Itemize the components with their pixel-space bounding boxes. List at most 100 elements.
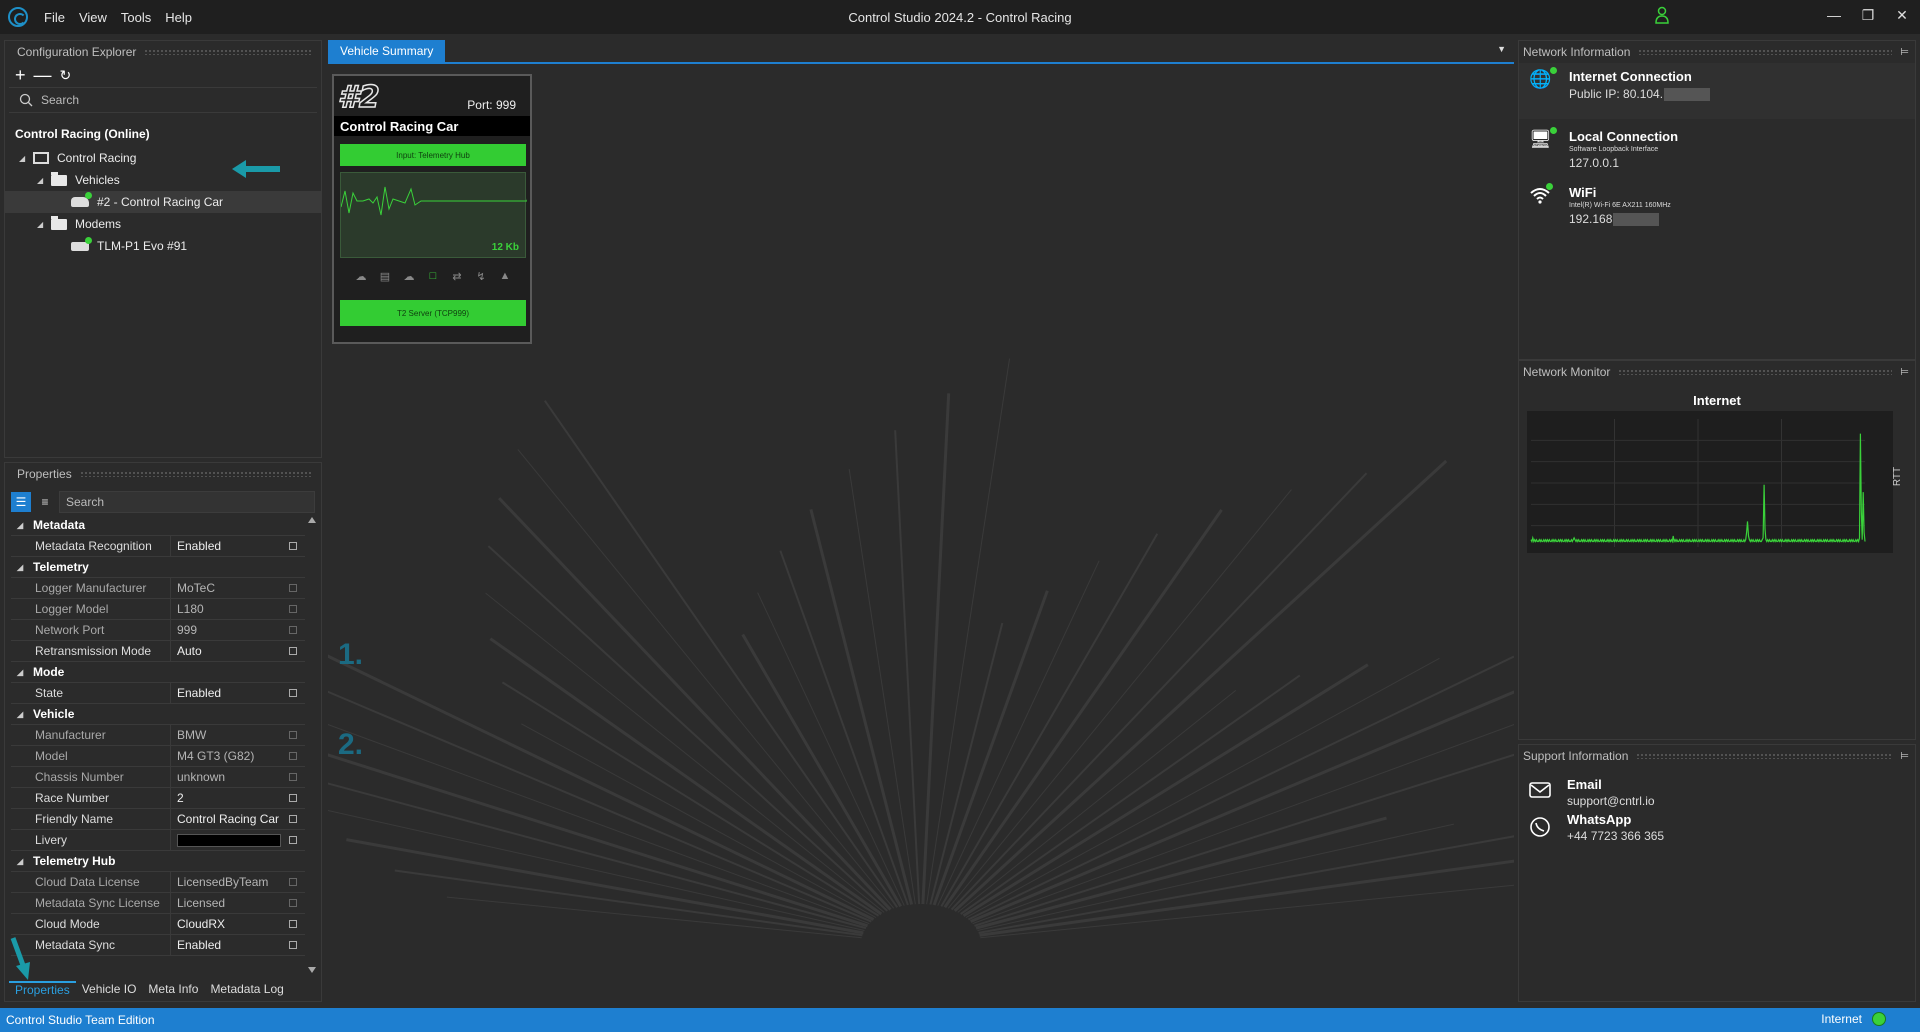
property-row[interactable]: Logger Model L180 (11, 599, 305, 620)
properties-toolbar: ☰ ≡ Search (11, 489, 315, 515)
category-mode[interactable]: ◢ Mode (11, 662, 305, 683)
list-view-icon[interactable]: ≡ (35, 492, 55, 512)
category-telemetry-hub[interactable]: ◢ Telemetry Hub (11, 851, 305, 872)
expand-icon[interactable]: ◢ (37, 176, 47, 185)
background-ray (489, 637, 883, 916)
category-telemetry[interactable]: ◢ Telemetry (11, 557, 305, 578)
property-value: BMW (171, 725, 305, 745)
tab-metadata-log[interactable]: Metadata Log (204, 982, 289, 996)
user-icon[interactable] (1654, 6, 1670, 24)
property-value[interactable]: Enabled (171, 683, 305, 703)
edit-box-icon[interactable] (289, 542, 297, 550)
cloud-download-icon: ☁ (355, 270, 367, 283)
edit-box-icon[interactable] (289, 647, 297, 655)
pin-icon[interactable]: ⊨ (1900, 367, 1909, 378)
background-ray (970, 690, 1514, 923)
property-row[interactable]: Cloud Data License LicensedByTeam (11, 872, 305, 893)
refresh-icon[interactable]: ↻ (60, 67, 72, 84)
property-value[interactable]: Enabled (171, 536, 305, 556)
tab-vehicle-io[interactable]: Vehicle IO (76, 982, 143, 996)
rtt-chart (1527, 411, 1893, 553)
property-row[interactable]: Race Number 2 (11, 788, 305, 809)
background-ray (967, 655, 1514, 921)
properties-scrollbar[interactable] (307, 515, 317, 975)
expand-icon[interactable]: ◢ (37, 220, 47, 229)
tree-modems-folder[interactable]: ◢ Modems (5, 213, 321, 235)
support-email-link[interactable]: support@cntrl.io (1567, 794, 1655, 808)
category-vehicle[interactable]: ◢ Vehicle (11, 704, 305, 725)
modem-icon (71, 236, 92, 251)
property-value[interactable]: Control Racing Car (171, 809, 305, 829)
property-row[interactable]: Network Port 999 (11, 620, 305, 641)
background-ray (965, 657, 1440, 918)
tree-vehicle-item[interactable]: #2 - Control Racing Car (5, 191, 321, 213)
edit-box-icon[interactable] (289, 836, 297, 844)
expand-icon[interactable]: ◢ (19, 154, 29, 163)
edit-box-icon (289, 878, 297, 886)
property-value[interactable]: 2 (171, 788, 305, 808)
category-metadata[interactable]: ◢ Metadata (11, 515, 305, 536)
tab-properties[interactable]: Properties (9, 981, 76, 997)
property-row[interactable]: Metadata Recognition Enabled (11, 536, 305, 557)
network-monitor-header-label: Network Monitor (1523, 365, 1611, 379)
explorer-header: Configuration Explorer (5, 41, 321, 63)
property-row[interactable]: Friendly Name Control Racing Car (11, 809, 305, 830)
tree-root[interactable]: Control Racing (Online) (5, 113, 321, 147)
monitor-icon: ▤ (379, 270, 391, 283)
property-row[interactable]: Livery (11, 830, 305, 851)
property-row[interactable]: Manufacturer BMW (11, 725, 305, 746)
property-value[interactable] (171, 830, 305, 850)
edit-box-icon[interactable] (289, 689, 297, 697)
property-row[interactable]: Chassis Number unknown (11, 767, 305, 788)
support-phone-link[interactable]: +44 7723 366 365 (1567, 829, 1664, 843)
property-row[interactable]: Model M4 GT3 (G82) (11, 746, 305, 767)
background-ray (328, 654, 875, 921)
menu-file[interactable]: File (44, 10, 65, 25)
edit-box-icon[interactable] (289, 794, 297, 802)
property-row[interactable]: Retransmission Mode Auto (11, 641, 305, 662)
explorer-search-input[interactable]: Search (9, 87, 317, 113)
edit-box-icon (289, 731, 297, 739)
categorized-view-icon[interactable]: ☰ (11, 492, 31, 512)
pin-icon[interactable]: ⊨ (1900, 751, 1909, 762)
property-row[interactable]: State Enabled (11, 683, 305, 704)
cloud-upload-icon: ☁ (403, 270, 415, 283)
livery-color-swatch[interactable] (177, 833, 281, 847)
edit-box-icon[interactable] (289, 815, 297, 823)
property-value[interactable]: Enabled (171, 935, 305, 955)
search-icon (19, 93, 33, 107)
add-icon[interactable]: + (15, 65, 26, 86)
property-row[interactable]: Metadata Sync License Licensed (11, 893, 305, 914)
tree-vehicles-label: Vehicles (75, 173, 120, 187)
wifi-sub: Intel(R) Wi-Fi 6E AX211 160MHz (1569, 202, 1671, 209)
document-area: Vehicle Summary ▼ #2 Port: 999 Control R… (328, 38, 1514, 1002)
tree-vehicle-label: #2 - Control Racing Car (97, 195, 224, 209)
sync-icon: ⇄ (452, 270, 462, 283)
vehicle-card[interactable]: #2 Port: 999 Control Racing Car Input: T… (332, 74, 532, 344)
background-ray (485, 592, 885, 913)
background-ray (848, 469, 916, 905)
property-value[interactable]: CloudRX (171, 914, 305, 934)
menu-help[interactable]: Help (165, 10, 192, 25)
edition-label: Control Studio Team Edition (6, 1013, 155, 1027)
property-row[interactable]: Cloud Mode CloudRX (11, 914, 305, 935)
edit-box-icon[interactable] (289, 920, 297, 928)
tab-vehicle-summary[interactable]: Vehicle Summary (328, 40, 446, 62)
remove-icon[interactable]: — (34, 65, 52, 86)
menu-tools[interactable]: Tools (121, 10, 151, 25)
properties-search-input[interactable]: Search (59, 491, 315, 513)
tree-modem-item[interactable]: TLM-P1 Evo #91 (5, 235, 321, 257)
property-row[interactable]: Metadata Sync Enabled (11, 935, 305, 956)
property-value: MoTeC (171, 578, 305, 598)
property-value[interactable]: Auto (171, 641, 305, 661)
pin-icon[interactable]: ⊨ (1900, 47, 1909, 58)
window-title: Control Studio 2024.2 - Control Racing (848, 10, 1072, 25)
edit-box-icon[interactable] (289, 941, 297, 949)
power-icon: ↯ (476, 270, 486, 283)
chevron-down-icon[interactable]: ▼ (1497, 44, 1506, 54)
close-button[interactable]: ✕ (1882, 0, 1920, 30)
tab-meta-info[interactable]: Meta Info (142, 982, 204, 996)
property-row[interactable]: Logger Manufacturer MoTeC (11, 578, 305, 599)
menu-view[interactable]: View (79, 10, 107, 25)
rtt-axis-label: RTT (1891, 466, 1903, 487)
